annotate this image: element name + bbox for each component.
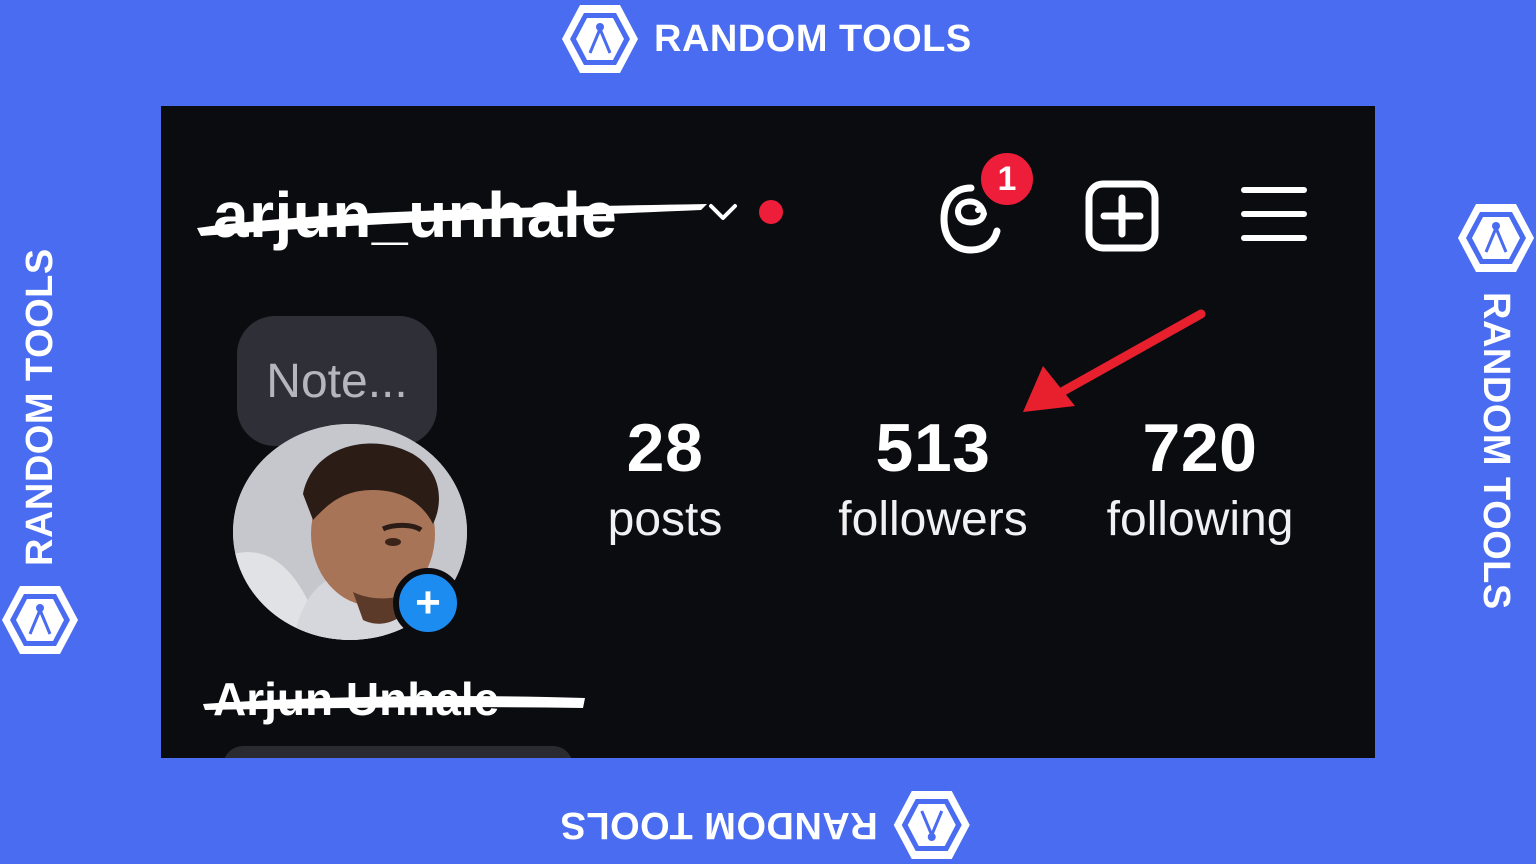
notification-dot (759, 200, 783, 224)
stat-following[interactable]: 720 following (1085, 406, 1315, 550)
profile-screen: arjun_unhale 1 Note... + 28 posts 513 fo… (161, 106, 1375, 758)
posts-count: 28 (626, 410, 704, 486)
stat-posts[interactable]: 28 posts (565, 406, 765, 550)
compass-logo-icon (1458, 204, 1534, 272)
plus-square-icon[interactable] (1085, 180, 1159, 252)
compass-logo-icon (562, 5, 638, 73)
posts-label: posts (607, 493, 723, 546)
compass-logo-icon (2, 586, 78, 654)
watermark-bottom: RANDOM TOOLS (560, 786, 972, 864)
watermark-right: RANDOM TOOLS (1457, 198, 1535, 670)
compass-logo-icon (893, 791, 970, 859)
following-label: following (1106, 493, 1294, 546)
followers-count: 513 (875, 410, 991, 486)
followers-label: followers (838, 493, 1028, 546)
edit-profile-button[interactable] (223, 746, 573, 758)
watermark-text: RANDOM TOOLS (560, 804, 878, 847)
stat-followers[interactable]: 513 followers (813, 406, 1053, 550)
watermark-top: RANDOM TOOLS (560, 0, 972, 78)
watermark-text: RANDOM TOOLS (654, 17, 972, 60)
hamburger-menu-icon[interactable] (1241, 184, 1307, 244)
full-name: Arjun Unhale (213, 673, 500, 725)
username[interactable]: arjun_unhale (213, 178, 617, 252)
note-placeholder: Note... (266, 355, 408, 408)
add-story-button[interactable]: + (393, 568, 463, 638)
watermark-text: RANDOM TOOLS (18, 248, 61, 566)
watermark-text: RANDOM TOOLS (1475, 292, 1518, 610)
watermark-left: RANDOM TOOLS (1, 188, 79, 660)
threads-badge: 1 (977, 149, 1037, 209)
red-arrow-icon (1023, 309, 1206, 412)
chevron-down-icon[interactable] (703, 198, 743, 228)
following-count: 720 (1142, 410, 1258, 486)
